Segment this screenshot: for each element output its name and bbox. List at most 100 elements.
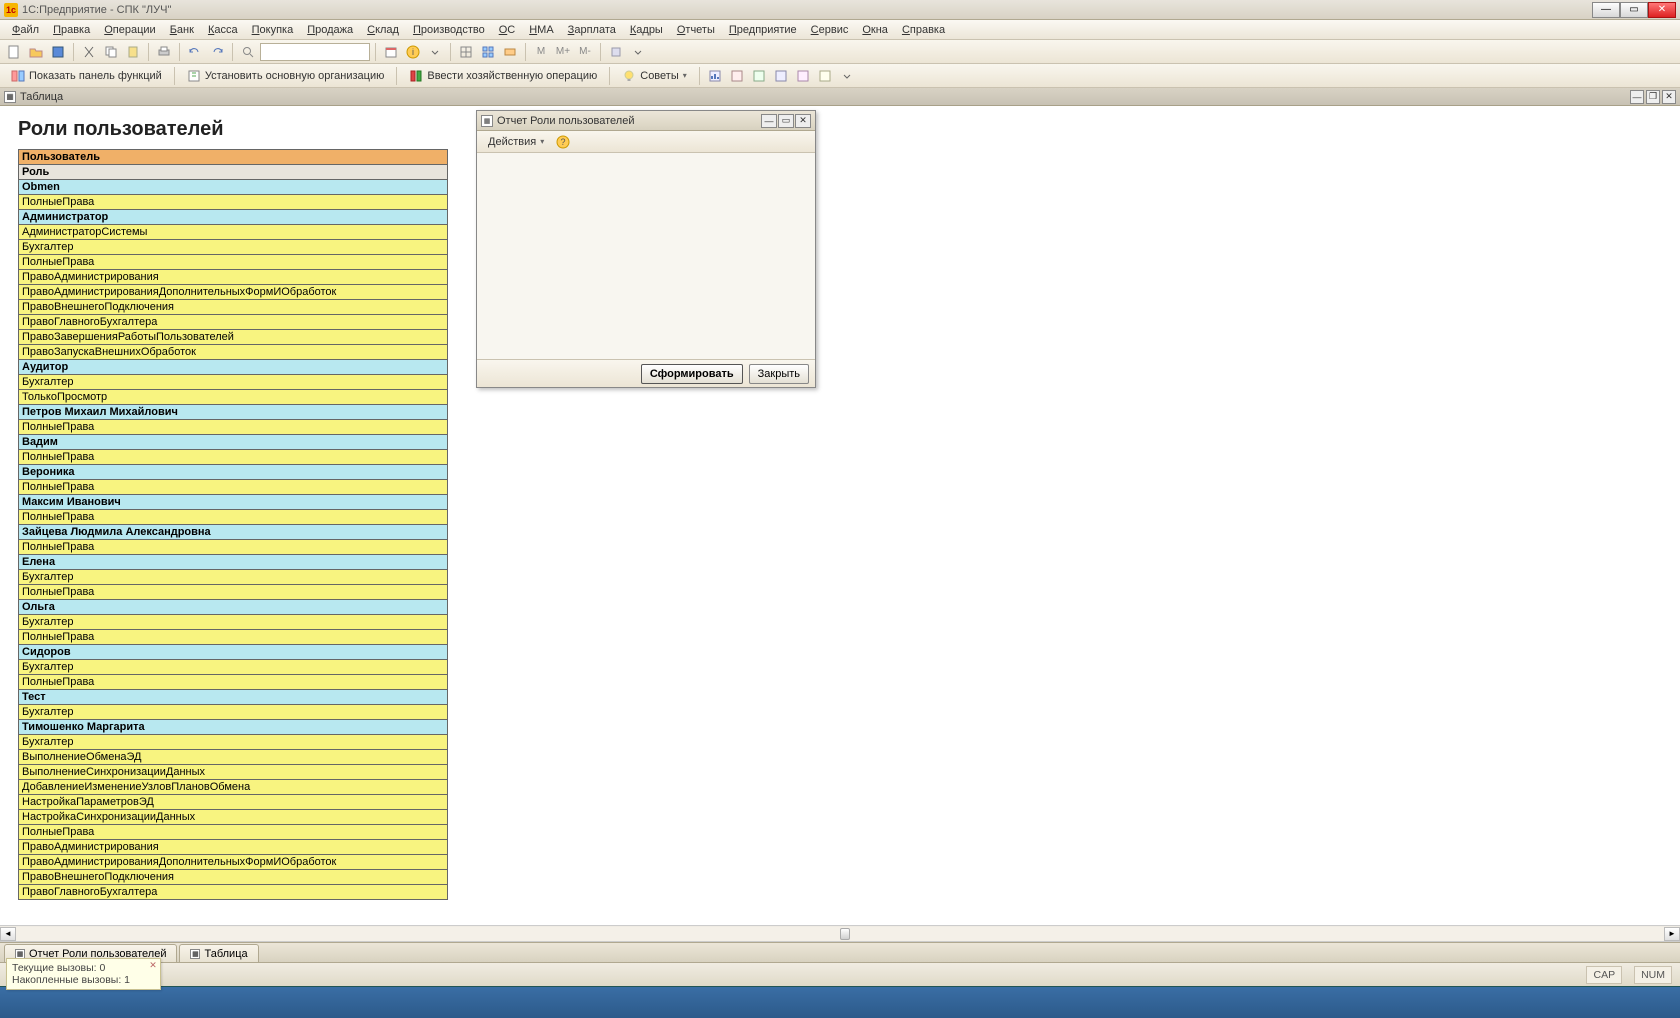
scroll-track[interactable] [16, 927, 1664, 941]
doc-tab-table-icon: ▦ [190, 949, 200, 959]
misc-icon[interactable] [606, 42, 626, 62]
minimize-button[interactable]: — [1592, 2, 1620, 18]
popup-help-icon[interactable]: ? [553, 132, 573, 152]
tips-icon [622, 69, 636, 83]
tips-button[interactable]: Советы ▾ [615, 66, 694, 86]
memory-mplus-icon[interactable]: M+ [553, 42, 573, 62]
subwin-close-button[interactable]: ✕ [1662, 90, 1676, 104]
save-icon[interactable] [48, 42, 68, 62]
calls-tooltip-close-icon[interactable]: ✕ [148, 961, 158, 971]
open-icon[interactable] [26, 42, 46, 62]
scroll-thumb[interactable] [840, 928, 850, 940]
user-row: Тест [19, 690, 448, 705]
report1-icon[interactable] [705, 66, 725, 86]
enter-op-button[interactable]: Ввести хозяйственную операцию [402, 66, 604, 86]
show-panel-button[interactable]: Показать панель функций [4, 66, 169, 86]
menu-item-продажа[interactable]: Продажа [301, 22, 359, 38]
menu-item-нма[interactable]: НМА [523, 22, 559, 38]
copy-icon[interactable] [101, 42, 121, 62]
merge-icon[interactable] [500, 42, 520, 62]
menu-item-операции[interactable]: Операции [98, 22, 161, 38]
role-row: Бухгалтер [19, 660, 448, 675]
paste-icon[interactable] [123, 42, 143, 62]
bottom-tabs: ▦ Отчет Роли пользователей ▦ Таблица [0, 942, 1680, 962]
popup-actions-label: Действия [488, 136, 536, 148]
role-row: АдминистраторСистемы [19, 225, 448, 240]
menu-item-покупка[interactable]: Покупка [246, 22, 300, 38]
cells-icon[interactable] [478, 42, 498, 62]
role-row: ПолныеПрава [19, 540, 448, 555]
accumulated-calls-label: Накопленные вызовы: 1 [12, 974, 155, 986]
memory-m-icon[interactable]: M [531, 42, 551, 62]
tips-label: Советы [640, 70, 678, 82]
menu-item-ос[interactable]: ОС [493, 22, 522, 38]
report3-icon[interactable] [749, 66, 769, 86]
memory-mminus-icon[interactable]: M- [575, 42, 595, 62]
role-row: НастройкаПараметровЭД [19, 795, 448, 810]
menu-item-касса[interactable]: Касса [202, 22, 244, 38]
redo-icon[interactable] [207, 42, 227, 62]
enter-op-label: Ввести хозяйственную операцию [427, 70, 597, 82]
scroll-left-button[interactable]: ◄ [0, 927, 16, 941]
menu-item-справка[interactable]: Справка [896, 22, 951, 38]
titlebar: 1c 1С:Предприятие - СПК "ЛУЧ" — ▭ ✕ [0, 0, 1680, 20]
popup-maximize-button[interactable]: ▭ [778, 114, 794, 128]
horizontal-scrollbar[interactable]: ◄ ► [0, 925, 1680, 941]
undo-icon[interactable] [185, 42, 205, 62]
menu-item-кадры[interactable]: Кадры [624, 22, 669, 38]
role-row: ДобавлениеИзменениеУзловПлановОбмена [19, 780, 448, 795]
menu-item-сервис[interactable]: Сервис [805, 22, 855, 38]
user-row: Зайцева Людмила Александровна [19, 525, 448, 540]
search-input[interactable] [260, 43, 370, 61]
popup-close-button[interactable]: ✕ [795, 114, 811, 128]
role-row: ПолныеПрава [19, 630, 448, 645]
dropdown3-icon[interactable] [837, 66, 857, 86]
menu-item-правка[interactable]: Правка [47, 22, 96, 38]
role-row: Бухгалтер [19, 705, 448, 720]
menu-item-банк[interactable]: Банк [164, 22, 200, 38]
print-icon[interactable] [154, 42, 174, 62]
generate-button[interactable]: Сформировать [641, 364, 743, 384]
menu-item-отчеты[interactable]: Отчеты [671, 22, 721, 38]
scroll-right-button[interactable]: ► [1664, 927, 1680, 941]
report6-icon[interactable] [815, 66, 835, 86]
popup-minimize-button[interactable]: — [761, 114, 777, 128]
menu-item-предприятие[interactable]: Предприятие [723, 22, 803, 38]
help-icon[interactable]: i [403, 42, 423, 62]
dropdown-icon[interactable] [425, 42, 445, 62]
cut-icon[interactable] [79, 42, 99, 62]
set-org-button[interactable]: Установить основную организацию [180, 66, 392, 86]
close-button[interactable]: ✕ [1648, 2, 1676, 18]
calendar-icon[interactable] [381, 42, 401, 62]
menu-item-файл[interactable]: Файл [6, 22, 45, 38]
maximize-button[interactable]: ▭ [1620, 2, 1648, 18]
report4-icon[interactable] [771, 66, 791, 86]
menu-item-производство[interactable]: Производство [407, 22, 491, 38]
popup-actions-button[interactable]: Действия ▾ [481, 132, 551, 152]
header-role: Роль [19, 165, 448, 180]
dropdown2-icon[interactable] [628, 42, 648, 62]
menu-item-склад[interactable]: Склад [361, 22, 405, 38]
grid-icon[interactable] [456, 42, 476, 62]
role-row: ПравоГлавногоБухгалтера [19, 315, 448, 330]
menu-item-зарплата[interactable]: Зарплата [562, 22, 622, 38]
menu-item-окна[interactable]: Окна [856, 22, 894, 38]
role-row: ПолныеПрава [19, 480, 448, 495]
subwin-restore-button[interactable]: ❐ [1646, 90, 1660, 104]
role-row: ПравоАдминистрирования [19, 840, 448, 855]
role-row: ПолныеПрава [19, 450, 448, 465]
report2-icon[interactable] [727, 66, 747, 86]
subwin-minimize-button[interactable]: — [1630, 90, 1644, 104]
toolbar-standard: i M M+ M- [0, 40, 1680, 64]
role-row: ВыполнениеСинхронизацииДанных [19, 765, 448, 780]
new-icon[interactable] [4, 42, 24, 62]
tips-dropdown-icon: ▾ [683, 71, 687, 80]
find-icon[interactable] [238, 42, 258, 62]
doc-tab-table[interactable]: ▦ Таблица [179, 944, 258, 962]
popup-footer: Сформировать Закрыть [477, 359, 815, 387]
os-taskbar[interactable] [0, 986, 1680, 1018]
popup-close-footer-button[interactable]: Закрыть [749, 364, 809, 384]
report5-icon[interactable] [793, 66, 813, 86]
panel-icon [11, 69, 25, 83]
role-row: ПравоАдминистрированияДополнительныхФорм… [19, 285, 448, 300]
